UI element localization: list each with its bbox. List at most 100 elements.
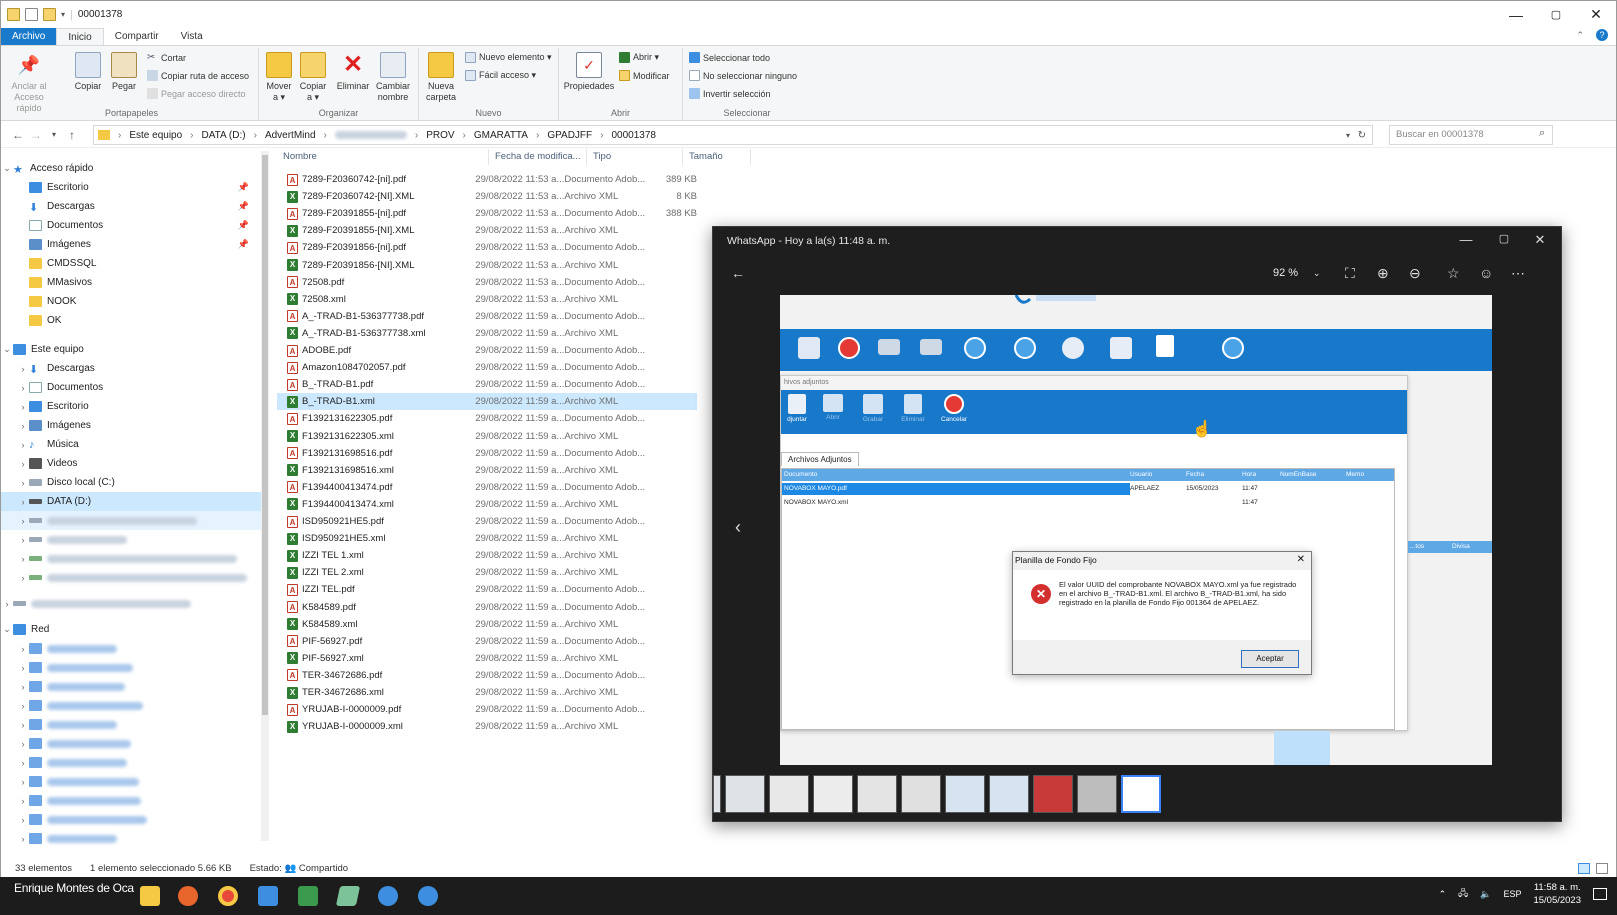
nav-item-cmdssql[interactable]: CMDSSQL — [1, 254, 263, 273]
new-folder-button[interactable]: Nueva carpeta — [423, 52, 459, 103]
chevron-right-icon[interactable]: › — [17, 383, 29, 393]
volume-tray-icon[interactable]: 🔈 — [1480, 889, 1491, 900]
thumbnail[interactable] — [1033, 775, 1073, 813]
easy-access-button[interactable]: Fácil acceso ▾ — [465, 70, 536, 81]
details-view-icon[interactable] — [1578, 863, 1590, 874]
crumb-item[interactable]: Este equipo — [129, 130, 182, 141]
copy-path-button[interactable]: Copiar ruta de acceso — [147, 70, 249, 81]
nav-network-computer[interactable]: › — [1, 677, 263, 696]
column-header-date[interactable]: Fecha de modifica... — [489, 149, 587, 165]
dialog-close-icon[interactable]: ✕ — [1297, 554, 1305, 565]
file-row[interactable]: A B_-TRAD-B1.pdf 29/08/2022 11:59 a... Docu… — [277, 376, 697, 393]
select-none-button[interactable]: No seleccionar ninguno — [689, 70, 797, 81]
zoom-dropdown-icon[interactable]: ⌄ — [1313, 268, 1321, 279]
nav-network-computer[interactable]: › — [1, 791, 263, 810]
crumb-item[interactable]: 00001378 — [611, 130, 656, 141]
rename-button[interactable]: Cambiar nombre — [373, 52, 413, 103]
zoom-out-icon[interactable]: ⊖ — [1409, 265, 1421, 282]
attach-button[interactable]: djuntar — [783, 394, 811, 423]
store-taskbar-icon[interactable] — [258, 886, 278, 906]
delete-button[interactable]: ✕ Eliminar — [335, 52, 371, 92]
emoji-icon[interactable]: ☺ — [1479, 265, 1493, 281]
paste-button[interactable]: Pegar — [109, 52, 139, 92]
thumbnail[interactable] — [901, 775, 941, 813]
tab-inicio[interactable]: Inicio — [56, 28, 104, 46]
nav-item-escritorio[interactable]: Escritorio 📌 — [1, 178, 263, 197]
delete-button[interactable]: Eliminar — [899, 394, 927, 423]
chrome-taskbar-icon[interactable] — [218, 886, 238, 906]
nav-redacted-drive[interactable]: › — [1, 568, 263, 587]
nav-network-computer[interactable]: › — [1, 772, 263, 791]
nav-network-computer[interactable]: › — [1, 734, 263, 753]
chevron-right-icon[interactable]: › — [17, 478, 29, 488]
language-indicator[interactable]: ESP — [1503, 889, 1521, 899]
thumbnail[interactable] — [1077, 775, 1117, 813]
recent-dropdown-icon[interactable]: ▾ — [45, 130, 63, 139]
file-explorer-taskbar-icon[interactable] — [140, 886, 160, 906]
thumbnail[interactable] — [769, 775, 809, 813]
app-taskbar-icon[interactable] — [378, 886, 398, 906]
file-row[interactable]: A Amazon1084702057.pdf 29/08/2022 11:59 a.… — [277, 359, 697, 376]
thumbnail[interactable] — [813, 775, 853, 813]
grid-row[interactable]: NOVABOX MAYO.xml 11:47 — [782, 497, 1394, 509]
file-row[interactable]: A A_-TRAD-B1-536377738.pdf 29/08/2022 11:5… — [277, 308, 697, 325]
maximize-button[interactable]: ▢ — [1536, 1, 1576, 28]
select-all-button[interactable]: Seleccionar todo — [689, 52, 770, 63]
file-row[interactable]: X K584589.xml 29/08/2022 11:59 a... Archivo… — [277, 616, 697, 633]
crumb-item[interactable]: GPADJFF — [547, 130, 592, 141]
cancel-button[interactable]: Cancelar — [937, 394, 971, 423]
fit-screen-icon[interactable]: ⛶ — [1345, 265, 1355, 282]
file-row[interactable]: A TER-34672686.pdf 29/08/2022 11:59 a... Do… — [277, 667, 697, 684]
pin-quick-access-button[interactable]: 📌 Anclar al Acceso rápido — [9, 52, 49, 114]
file-row[interactable]: X ISD950921HE5.xml 29/08/2022 11:59 a... Ar… — [277, 530, 697, 547]
file-row[interactable]: X A_-TRAD-B1-536377738.xml 29/08/2022 11:5… — [277, 325, 697, 342]
thumbnail[interactable] — [989, 775, 1029, 813]
viewer-close-button[interactable]: ✕ — [1525, 232, 1555, 248]
nav-item-mmasivos[interactable]: MMasivos — [1, 273, 263, 292]
save-button[interactable]: Grabar — [859, 394, 887, 423]
collapse-ribbon-icon[interactable]: ⌃ — [1576, 30, 1584, 41]
previous-image-icon[interactable]: ‹ — [735, 517, 741, 538]
chevron-right-icon[interactable]: › — [17, 459, 29, 469]
grid-row[interactable]: NOVABOX MAYO.pdf APELAEZ 15/05/2023 11:4… — [782, 483, 1394, 495]
nav-item-descargas[interactable]: ⬇ Descargas 📌 — [1, 197, 263, 216]
app-taskbar-icon[interactable] — [335, 886, 361, 906]
file-row[interactable]: A F1394400413474.pdf 29/08/2022 11:59 a...… — [277, 479, 697, 496]
file-row[interactable]: A 7289-F20391855-[ni].pdf 29/08/2022 11:53… — [277, 205, 697, 222]
file-row[interactable]: A 7289-F20360742-[ni].pdf 29/08/2022 11:53… — [277, 171, 697, 188]
close-button[interactable]: ✕ — [1576, 1, 1616, 28]
thumbnail[interactable] — [857, 775, 897, 813]
chevron-down-icon[interactable]: ⌄ — [1, 344, 13, 355]
file-row[interactable]: A IZZI TEL.pdf 29/08/2022 11:59 a... Docume… — [277, 581, 697, 598]
file-row[interactable]: A ADOBE.pdf 29/08/2022 11:59 a... Documento… — [277, 342, 697, 359]
nav-item-documentos[interactable]: Documentos 📌 — [1, 216, 263, 235]
modify-button[interactable]: Modificar — [619, 70, 670, 81]
file-row[interactable]: X YRUJAB-I-0000009.xml 29/08/2022 11:59 a.… — [277, 718, 697, 735]
nav-item-imagenes[interactable]: Imágenes 📌 — [1, 235, 263, 254]
tab-archivos-adjuntos[interactable]: Archivos Adjuntos — [781, 452, 859, 466]
nav-redacted-drive[interactable]: › — [1, 530, 263, 549]
app-taskbar-icon[interactable] — [298, 886, 318, 906]
nav-pc-videos[interactable]: › Videos — [1, 454, 263, 473]
file-row[interactable]: A 7289-F20391856-[ni].pdf 29/08/2022 11:53… — [277, 239, 697, 256]
file-row[interactable]: X F1394400413474.xml 29/08/2022 11:59 a...… — [277, 496, 697, 513]
scrollbar-thumb[interactable] — [262, 155, 268, 715]
chevron-down-icon[interactable]: ⌄ — [1, 624, 13, 635]
open-button[interactable]: Abrir ▾ — [619, 52, 659, 63]
nav-pc-documentos[interactable]: › Documentos — [1, 378, 263, 397]
back-arrow-icon[interactable]: ← — [731, 265, 745, 281]
refresh-icon[interactable]: ↻ — [1358, 130, 1366, 141]
chevron-right-icon[interactable]: › — [17, 497, 29, 507]
cut-button[interactable]: ✂ Cortar — [147, 52, 186, 63]
thumbnail-current[interactable] — [1121, 775, 1161, 813]
file-row[interactable]: X 7289-F20391855-[NI].XML 29/08/2022 11:53… — [277, 222, 697, 239]
address-dropdown-icon[interactable]: ▾ — [1346, 131, 1350, 140]
file-row[interactable]: A F1392131698516.pdf 29/08/2022 11:59 a...… — [277, 445, 697, 462]
column-header-size[interactable]: Tamaño — [683, 149, 751, 165]
star-icon[interactable]: ☆ — [1447, 265, 1460, 282]
accept-button[interactable]: Aceptar — [1241, 650, 1299, 668]
nav-redacted-drive[interactable]: › — [1, 594, 263, 613]
large-icons-view-icon[interactable] — [1596, 863, 1608, 874]
nav-network[interactable]: ⌄ Red — [1, 620, 263, 639]
paste-shortcut-button[interactable]: Pegar acceso directo — [147, 88, 246, 99]
